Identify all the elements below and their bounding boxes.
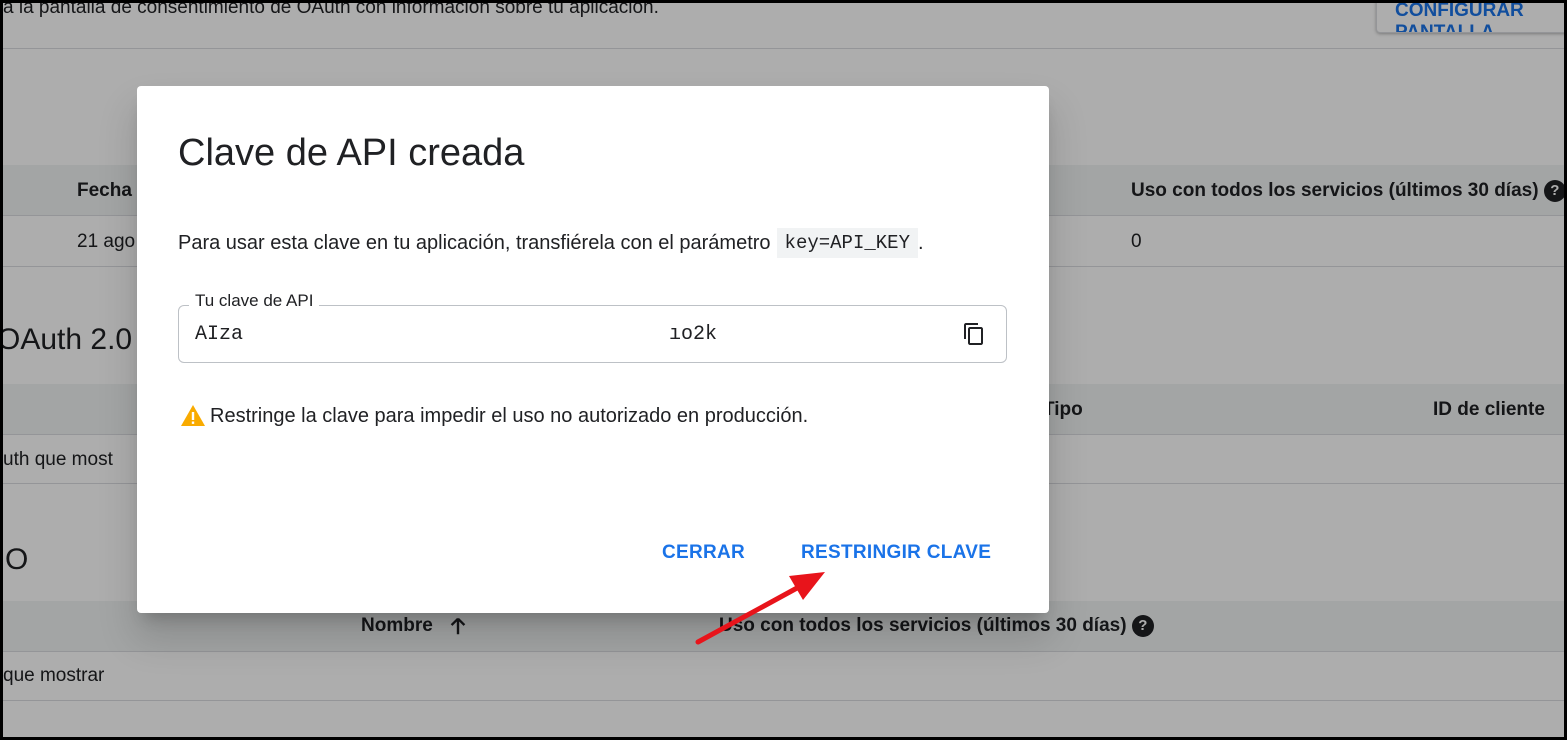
restriction-warning: Restringe la clave para impedir el uso n…: [180, 404, 808, 428]
dialog-title: Clave de API creada: [178, 132, 525, 174]
copy-icon[interactable]: [962, 322, 986, 346]
dialog-description: Para usar esta clave en tu aplicación, t…: [178, 228, 924, 258]
description-period: .: [917, 231, 924, 254]
warning-text: Restringe la clave para impedir el uso n…: [210, 404, 809, 427]
screenshot-frame: a la pantalla de consentimiento de OAuth…: [0, 0, 1567, 740]
api-key-value-start[interactable]: AIza: [195, 323, 243, 346]
warning-icon: [181, 405, 205, 426]
api-key-field[interactable]: Tu clave de API AIza ıo2k: [178, 291, 1007, 363]
api-key-parameter-code: key=API_KEY: [776, 228, 918, 258]
api-key-value-end[interactable]: ıo2k: [669, 323, 717, 346]
description-text: Para usar esta clave en tu aplicación, t…: [178, 231, 771, 254]
close-button[interactable]: CERRAR: [662, 542, 745, 564]
restrict-key-button[interactable]: RESTRINGIR CLAVE: [801, 542, 991, 564]
api-key-field-label: Tu clave de API: [189, 291, 320, 311]
annotation-arrow: [695, 572, 825, 645]
api-key-created-dialog: Clave de API creada Para usar esta clave…: [137, 86, 1049, 613]
